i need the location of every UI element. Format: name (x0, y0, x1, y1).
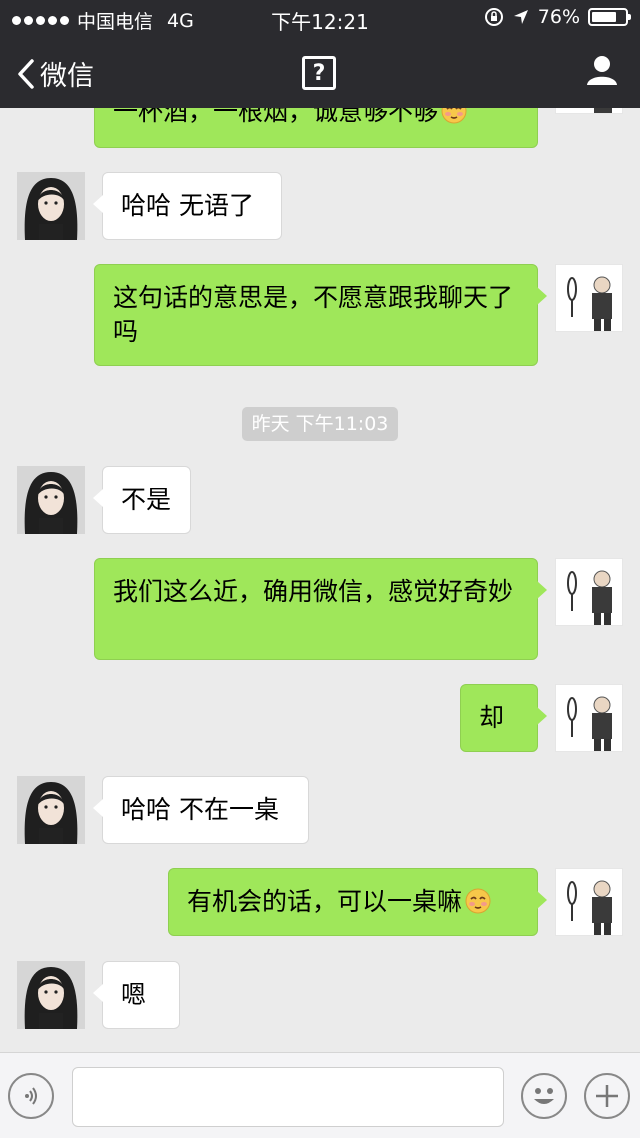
battery-fill (592, 12, 617, 22)
avatar-self[interactable] (555, 264, 623, 332)
message-bubble[interactable]: 不是 (93, 466, 191, 534)
battery-percent: 76% (537, 6, 580, 28)
nav-bar: 微信 ? (0, 36, 640, 108)
message-text: 这句话的意思是，不愿意跟我聊天了吗 (113, 283, 514, 346)
person-icon[interactable] (586, 54, 618, 90)
status-right: 76% (484, 6, 631, 28)
avatar-self[interactable] (555, 684, 623, 752)
blush-emoji-icon (440, 108, 468, 125)
message-text: 我们这么近，确用微信，感觉好奇妙 (113, 577, 514, 606)
battery-icon (588, 8, 631, 26)
voice-icon[interactable] (8, 1073, 54, 1119)
message-bubble[interactable]: 一杯酒，一根烟，诚意够不够 (94, 108, 538, 148)
back-button[interactable]: 微信 (16, 54, 94, 93)
chat-screen: 中国电信 4G 下午12:21 76% 微信 ? 一杯酒，一根烟，诚意够不够 哈… (0, 0, 640, 1138)
avatar-contact[interactable] (17, 776, 85, 844)
blush-emoji-icon (464, 887, 492, 915)
message-text: 嗯 (121, 980, 147, 1009)
message-bubble[interactable]: 哈哈 不在一桌 (93, 776, 309, 844)
smiley-icon[interactable] (521, 1073, 567, 1119)
message-bubble[interactable]: 这句话的意思是，不愿意跟我聊天了吗 (94, 264, 547, 366)
message-text: 却 (479, 703, 505, 732)
input-bar (0, 1052, 640, 1138)
avatar-contact[interactable] (17, 466, 85, 534)
avatar-self[interactable] (555, 558, 623, 626)
avatar-contact[interactable] (17, 961, 85, 1029)
status-bar: 中国电信 4G 下午12:21 76% (0, 0, 640, 36)
message-bubble[interactable]: 我们这么近，确用微信，感觉好奇妙 (94, 558, 547, 660)
message-bubble[interactable]: 有机会的话，可以一桌嘛 (168, 868, 547, 936)
question-icon[interactable]: ? (302, 56, 336, 90)
message-text: 有机会的话，可以一桌嘛 (187, 887, 463, 916)
avatar-contact[interactable] (17, 172, 85, 240)
message-input[interactable] (72, 1067, 504, 1127)
plus-icon[interactable] (584, 1073, 630, 1119)
timestamp-divider: 昨天 下午11:03 (242, 407, 398, 441)
avatar-self[interactable] (555, 868, 623, 936)
message-text: 哈哈 不在一桌 (121, 795, 279, 824)
chat-area[interactable]: 一杯酒，一根烟，诚意够不够 哈哈 无语了 这句话的意思是，不愿意跟我聊天了吗 昨… (0, 108, 640, 1052)
chevron-left-icon (18, 58, 34, 89)
message-bubble[interactable]: 哈哈 无语了 (93, 172, 282, 240)
rotation-lock-icon (484, 8, 503, 26)
message-text: 一杯酒，一根烟，诚意够不够 (113, 108, 439, 126)
back-label: 微信 (40, 61, 94, 92)
message-text: 哈哈 无语了 (121, 191, 254, 220)
location-arrow-icon (513, 10, 528, 24)
avatar-self[interactable] (555, 108, 623, 114)
message-text: 不是 (121, 485, 172, 514)
message-bubble[interactable]: 嗯 (93, 961, 180, 1029)
message-bubble[interactable]: 却 (460, 684, 547, 752)
